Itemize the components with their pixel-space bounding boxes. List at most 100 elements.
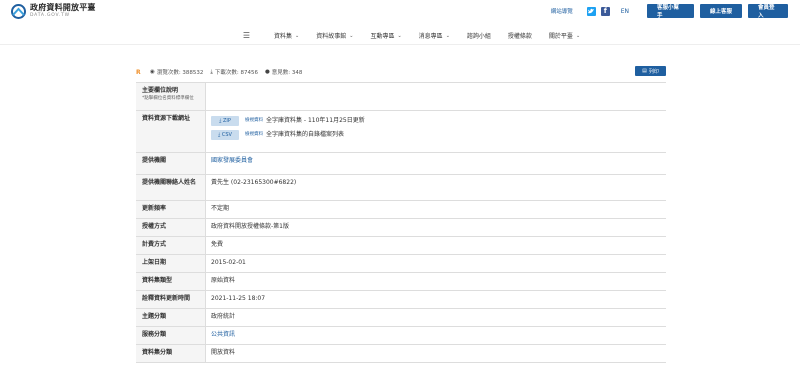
nav-item-news[interactable]: 消息專區 ⌄ <box>418 31 450 41</box>
download-description: 全字庫資料集 - 110年11月25日更新 <box>266 116 365 124</box>
table-row: 資料資源下載網址 ⤓ ZIP 檢視資料 全字庫資料集 - 110年11月25日更… <box>136 111 666 153</box>
row-header: 資料資源下載網址 <box>136 111 206 152</box>
chevron-down-icon: ⌄ <box>445 32 450 39</box>
logo-title: 政府資料開放平臺 <box>30 3 96 13</box>
row-header: 主題分類 <box>136 309 206 326</box>
row-value: 不定期 <box>211 205 230 212</box>
helper-button[interactable]: 客服小幫手 <box>647 4 694 19</box>
row-header: 更新頻率 <box>136 201 206 218</box>
row-value: 政府資料開放授權條款-第1版 <box>211 223 289 230</box>
chevron-down-icon: ⌄ <box>397 32 402 39</box>
download-icon: ⤓ <box>210 68 213 75</box>
print-label: 列印 <box>648 68 659 75</box>
nav-label: 授權條款 <box>507 33 532 40</box>
row-value: 政府統計 <box>211 313 236 320</box>
row-header: 資料集類型 <box>136 273 206 290</box>
download-count: ⤓ 下載次數: 87456 <box>210 68 258 77</box>
row-value: 原始資料 <box>211 277 236 284</box>
table-row: 提供機關 國家發展委員會 <box>136 153 666 175</box>
row-value-link[interactable]: 公共資訊 <box>206 327 666 344</box>
print-icon: ▤ <box>642 68 647 74</box>
table-row: 計費方式 免費 <box>136 237 666 255</box>
table-row: 資料集類型 原始資料 <box>136 273 666 291</box>
nav-item-interactive[interactable]: 互動專區 ⌄ <box>370 31 402 41</box>
dataset-detail-table: 主要欄位說明 *點擊欄位名資料標準欄位 資料資源下載網址 ⤓ ZIP 檢視資料 … <box>136 82 666 363</box>
row-header: 詮釋資料更新時間 <box>136 291 206 308</box>
dataset-stats-bar: R ◉ 瀏覽次數: 388532 ⤓ 下載次數: 87456 ● 意見數: 348 ▤… <box>136 64 666 80</box>
view-count-text: 瀏覽次數: 388532 <box>156 70 204 76</box>
nav-label: 關於平臺 <box>548 33 573 40</box>
nav-item-license[interactable]: 授權條款 <box>508 31 532 40</box>
nav-label: 消息專區 <box>418 33 443 40</box>
download-item: ⤓ CSV 檢視資料 全字庫資料集的自錄檔案列表 <box>211 130 661 140</box>
nav-label: 諮詢小組 <box>466 33 491 40</box>
row-value: 2021-11-25 18:07 <box>211 295 266 302</box>
chevron-down-icon: ⌄ <box>575 32 581 39</box>
nav-label: 互動專區 <box>370 33 395 40</box>
table-row: 服務分類 公共資訊 <box>136 327 666 345</box>
menu-icon[interactable]: ☰ <box>243 31 250 40</box>
print-button[interactable]: ▤ 列印 <box>635 66 666 76</box>
chevron-down-icon: ⌄ <box>295 32 300 39</box>
main-field-value <box>206 83 666 110</box>
row-header: 服務分類 <box>136 327 206 344</box>
site-logo[interactable]: 政府資料開放平臺 DATA.GOV.TW <box>10 3 96 20</box>
row-value: 開放資料 <box>211 349 236 356</box>
row-value: 2015-02-01 <box>211 259 246 266</box>
format-label: CSV <box>221 131 232 138</box>
download-item: ⤓ ZIP 檢視資料 全字庫資料集 - 110年11月25日更新 <box>211 116 661 126</box>
table-row: 資料集分類 開放資料 <box>136 345 666 363</box>
row-value: 黃先生 (02-23165300#6822) <box>211 179 297 186</box>
comment-icon: ● <box>264 69 270 75</box>
csv-download-button[interactable]: ⤓ CSV <box>211 130 239 140</box>
logo-subtitle: DATA.GOV.TW <box>30 13 70 19</box>
twitter-icon[interactable] <box>586 6 596 16</box>
comment-count: ● 意見數: 348 <box>265 68 302 76</box>
row-value: 免費 <box>211 241 224 248</box>
logo-icon <box>10 3 27 20</box>
download-icon: ⤓ <box>219 117 222 124</box>
view-count: ◉ 瀏覽次數: 388532 <box>150 68 203 76</box>
zip-download-button[interactable]: ⤓ ZIP <box>211 116 239 126</box>
table-row: 上架日期 2015-02-01 <box>136 255 666 273</box>
eye-icon: ◉ <box>150 69 155 75</box>
preview-link[interactable]: 檢視資料 <box>245 118 263 124</box>
nav-item-datasets[interactable]: 資料集 ⌄ <box>274 31 300 41</box>
nav-item-stories[interactable]: 資料故事館 ⌄ <box>316 31 353 41</box>
table-row: 主要欄位說明 *點擊欄位名資料標準欄位 <box>136 83 666 111</box>
main-field-label: 主要欄位說明 <box>142 87 179 94</box>
row-header: 資料集分類 <box>136 345 206 362</box>
nav-item-about[interactable]: 關於平臺 ⌄ <box>548 31 581 41</box>
row-header: 提供機關 <box>136 153 206 174</box>
comment-count-text: 意見數: 348 <box>271 70 303 76</box>
rss-icon[interactable]: R <box>136 69 142 76</box>
table-row: 授權方式 政府資料開放授權條款-第1版 <box>136 219 666 237</box>
facebook-icon[interactable]: f <box>600 6 610 16</box>
row-header: 計費方式 <box>136 237 206 254</box>
table-row: 提供機關聯絡人姓名 黃先生 (02-23165300#6822) <box>136 175 666 201</box>
table-row: 詮釋資料更新時間 2021-11-25 18:07 <box>136 291 666 309</box>
row-value-link[interactable]: 國家發展委員會 <box>206 153 666 174</box>
download-icon: ⤓ <box>218 131 221 138</box>
main-field-sub: *點擊欄位名資料標準欄位 <box>142 96 194 102</box>
language-switch[interactable]: EN <box>621 8 629 15</box>
main-nav: ☰ 資料集 ⌄ 資料故事館 ⌄ 互動專區 ⌄ 消息專區 ⌄ 諮詢小組 授權條款 關於平臺… <box>0 27 800 45</box>
row-header: 主要欄位說明 *點擊欄位名資料標準欄位 <box>136 83 206 110</box>
download-list: ⤓ ZIP 檢視資料 全字庫資料集 - 110年11月25日更新 ⤓ CSV 檢… <box>206 111 666 152</box>
top-bar: 政府資料開放平臺 DATA.GOV.TW 網站導覽 f EN 客服小幫手 線上客… <box>0 0 800 24</box>
download-count-text: 下載次數: 87456 <box>214 70 258 76</box>
row-header: 提供機關聯絡人姓名 <box>136 175 206 200</box>
format-label: ZIP <box>222 117 231 124</box>
sitemap-link[interactable]: 網站導覽 <box>551 7 573 15</box>
download-description: 全字庫資料集的自錄檔案列表 <box>266 130 345 138</box>
table-row: 主題分類 政府統計 <box>136 309 666 327</box>
online-service-button[interactable]: 線上客服 <box>700 4 742 18</box>
login-button[interactable]: 會員登入 <box>748 4 788 19</box>
row-header: 授權方式 <box>136 219 206 236</box>
row-header: 上架日期 <box>136 255 206 272</box>
nav-label: 資料故事館 <box>316 33 347 40</box>
table-row: 更新頻率 不定期 <box>136 201 666 219</box>
nav-label: 資料集 <box>274 33 293 40</box>
preview-link[interactable]: 檢視資料 <box>245 132 263 138</box>
nav-item-advisory[interactable]: 諮詢小組 <box>467 31 491 40</box>
